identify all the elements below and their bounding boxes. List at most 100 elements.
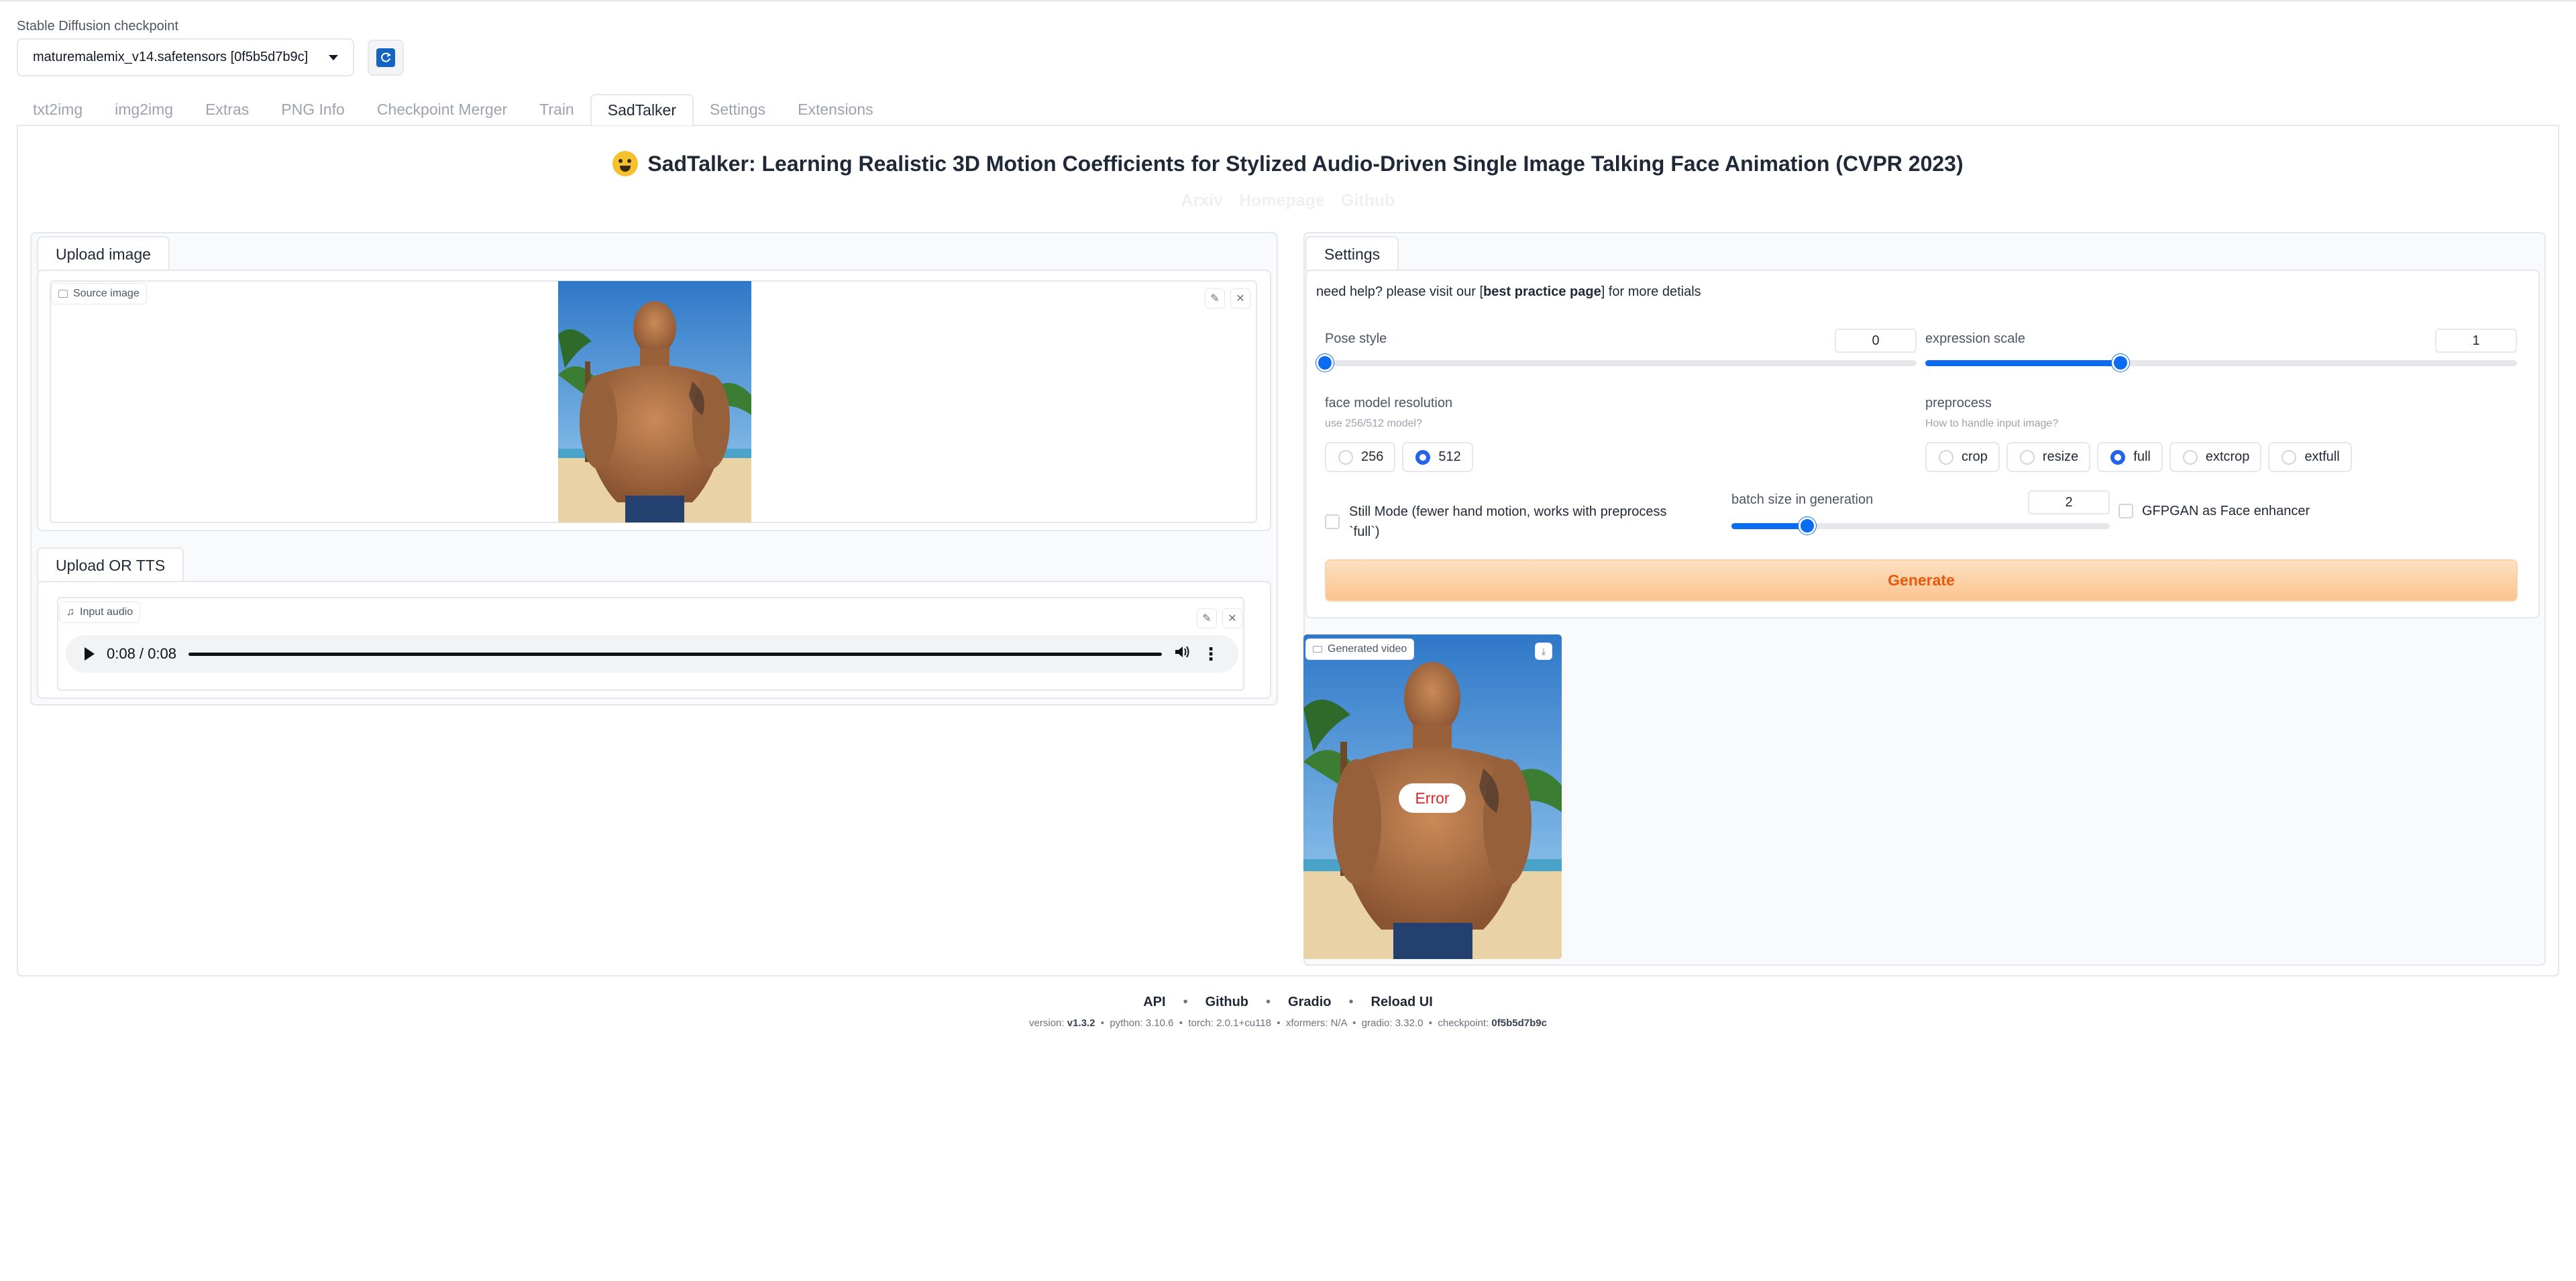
- footer-info-key: xformers:: [1285, 1017, 1331, 1029]
- tab-checkpoint-merger[interactable]: Checkpoint Merger: [361, 94, 523, 125]
- audio-progress-track[interactable]: [188, 652, 1162, 656]
- generate-button[interactable]: Generate: [1325, 559, 2518, 602]
- header-links: Arxiv Homepage Github: [0, 191, 2576, 211]
- image-icon: [58, 290, 68, 298]
- still-mode-checkbox[interactable]: [1325, 514, 1340, 529]
- help-text: need help? please visit our [best practi…: [1316, 284, 1701, 299]
- checkpoint-dropdown[interactable]: maturemalemix_v14.safetensors [0f5b5d7b9…: [17, 38, 354, 76]
- preprocess-radio-group: crop resize full extcrop extfull: [1925, 442, 2352, 472]
- preprocess-radio-resize[interactable]: resize: [2006, 442, 2091, 472]
- header-link-github[interactable]: Github: [1341, 191, 1395, 211]
- preprocess-radio-extcrop[interactable]: extcrop: [2169, 442, 2262, 472]
- tab-upload-image-label: Upload image: [56, 245, 151, 263]
- pose-style-label: Pose style: [1325, 331, 1387, 346]
- download-icon[interactable]: ⤓: [1535, 643, 1552, 660]
- preprocess-radio-extfull[interactable]: extfull: [2268, 442, 2352, 472]
- footer-info-value: N/A: [1330, 1017, 1347, 1029]
- preprocess-radio-crop[interactable]: crop: [1925, 442, 2000, 472]
- generated-video-label: Generated video: [1305, 638, 1415, 660]
- tab-txt2img[interactable]: txt2img: [17, 94, 99, 125]
- footer-info-value: v1.3.2: [1067, 1017, 1095, 1029]
- volume-icon[interactable]: [1174, 645, 1190, 663]
- footer-separator: •: [1348, 995, 1354, 1009]
- top-divider: [0, 0, 2576, 1]
- footer-info: version: v1.3.2 • python: 3.10.6 • torch…: [0, 1017, 2576, 1029]
- footer-link-reload-ui[interactable]: Reload UI: [1371, 995, 1433, 1010]
- gfpgan-checkbox[interactable]: [2118, 504, 2133, 518]
- audio-time: 0:08 / 0:08: [107, 645, 176, 662]
- source-image-photo: [558, 281, 751, 522]
- preprocess-label: preprocess: [1925, 396, 1992, 410]
- footer-link-github[interactable]: Github: [1205, 995, 1248, 1010]
- expression-scale-label: expression scale: [1925, 331, 2025, 346]
- footer-info-key: gradio:: [1361, 1017, 1395, 1029]
- footer-info-value: 3.32.0: [1395, 1017, 1424, 1029]
- footer-info-value: 2.0.1+cu118: [1216, 1017, 1271, 1029]
- tab-img2img[interactable]: img2img: [99, 94, 189, 125]
- expression-scale-knob[interactable]: [2112, 354, 2130, 372]
- close-audio-icon[interactable]: ✕: [1222, 608, 1242, 628]
- header-link-arxiv[interactable]: Arxiv: [1181, 191, 1224, 211]
- footer-link-api[interactable]: API: [1143, 995, 1165, 1010]
- tab-png-info[interactable]: PNG Info: [265, 94, 361, 125]
- tab-sadtalker[interactable]: SadTalker: [590, 94, 694, 125]
- tab-settings-panel[interactable]: Settings: [1305, 236, 1399, 271]
- face-model-radio-256[interactable]: 256: [1325, 442, 1396, 472]
- preprocess-sub: How to handle input image?: [1925, 418, 2059, 429]
- source-image-label: Source image: [51, 283, 147, 304]
- pose-style-input[interactable]: 0: [1835, 329, 1917, 353]
- tab-settings-panel-label: Settings: [1324, 245, 1381, 263]
- footer-link-gradio[interactable]: Gradio: [1288, 995, 1331, 1010]
- face-model-radio-label: 256: [1361, 449, 1384, 464]
- face-model-radio-512[interactable]: 512: [1402, 442, 1473, 472]
- batch-size-input[interactable]: 2: [2028, 490, 2110, 514]
- video-icon: [1313, 646, 1322, 653]
- tab-train[interactable]: Train: [523, 94, 590, 125]
- footer-info-separator: •: [1095, 1017, 1110, 1029]
- close-icon[interactable]: ✕: [1230, 288, 1250, 309]
- more-options-icon[interactable]: ⋮: [1202, 645, 1220, 663]
- play-icon[interactable]: [85, 647, 95, 661]
- tab-extensions[interactable]: Extensions: [782, 94, 890, 125]
- preprocess-radio-label: full: [2133, 449, 2151, 464]
- tab-upload-image[interactable]: Upload image: [37, 236, 170, 271]
- batch-size-slider[interactable]: [1731, 517, 2110, 535]
- preprocess-radio-label: crop: [1962, 449, 1988, 464]
- preprocess-radio-full[interactable]: full: [2097, 442, 2163, 472]
- header-link-homepage[interactable]: Homepage: [1239, 191, 1325, 211]
- tab-upload-or-tts-label: Upload OR TTS: [56, 556, 166, 574]
- radio-indicator: [1415, 449, 1431, 465]
- radio-indicator: [2110, 449, 2126, 465]
- face-model-sub: use 256/512 model?: [1325, 418, 1422, 429]
- tab-settings[interactable]: Settings: [694, 94, 782, 125]
- edit-audio-icon[interactable]: ✎: [1197, 608, 1217, 628]
- radio-indicator: [2182, 449, 2198, 465]
- batch-size-fill: [1731, 523, 1807, 529]
- gfpgan-label: GFPGAN as Face enhancer: [2142, 504, 2310, 518]
- face-model-radio-group: 256 512: [1325, 442, 1473, 472]
- radio-indicator: [2282, 449, 2297, 465]
- expression-scale-input[interactable]: 1: [2435, 329, 2517, 353]
- tab-extras[interactable]: Extras: [189, 94, 265, 125]
- batch-size-label: batch size in generation: [1731, 492, 1874, 507]
- pose-style-knob[interactable]: [1316, 354, 1334, 372]
- batch-size-knob[interactable]: [1798, 517, 1816, 535]
- edit-icon[interactable]: ✎: [1205, 288, 1225, 309]
- best-practice-link[interactable]: best practice page: [1483, 284, 1601, 299]
- checkpoint-label: Stable Diffusion checkpoint: [17, 19, 178, 34]
- refresh-icon: [376, 48, 395, 67]
- expression-scale-slider[interactable]: [1925, 354, 2517, 372]
- tab-upload-or-tts[interactable]: Upload OR TTS: [37, 547, 184, 582]
- error-badge: Error: [1399, 783, 1466, 813]
- expression-scale-fill: [1925, 360, 2121, 366]
- audio-player[interactable]: 0:08 / 0:08 ⋮: [66, 635, 1238, 673]
- footer-info-value: 0f5b5d7b9c: [1491, 1017, 1547, 1029]
- preprocess-radio-label: extfull: [2304, 449, 2340, 464]
- pose-style-slider[interactable]: [1316, 354, 1917, 372]
- footer-info-value: 3.10.6: [1145, 1017, 1174, 1029]
- footer-info-key: torch:: [1188, 1017, 1217, 1029]
- generate-button-label: Generate: [1888, 571, 1955, 589]
- footer-info-key: version:: [1029, 1017, 1067, 1029]
- refresh-checkpoint-button[interactable]: [368, 40, 404, 76]
- footer-info-key: checkpoint:: [1438, 1017, 1492, 1029]
